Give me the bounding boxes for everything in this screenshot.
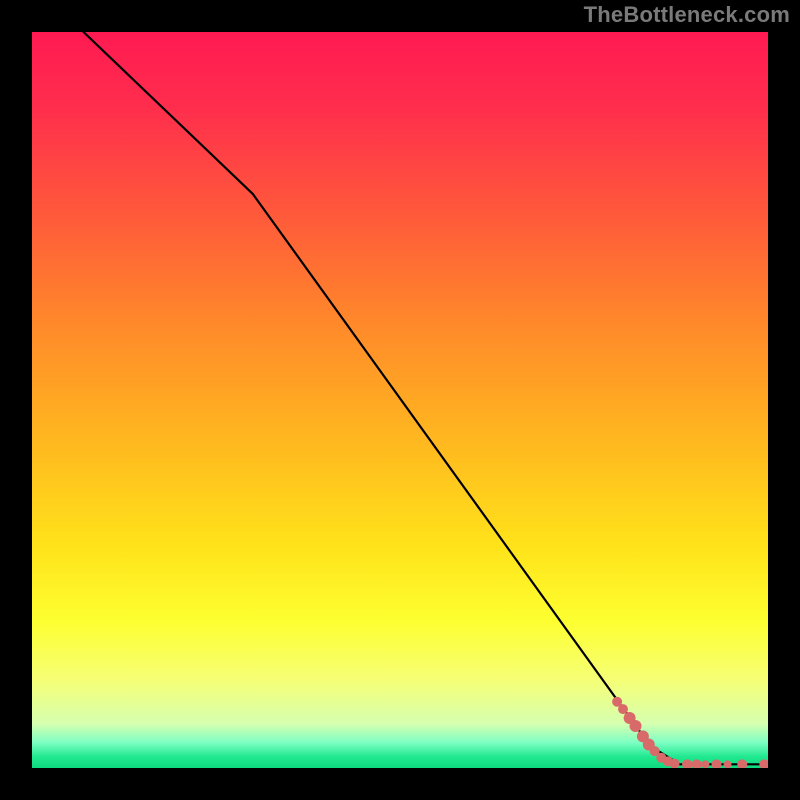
marker-point xyxy=(701,760,709,768)
marker-point xyxy=(618,704,628,714)
marker-point xyxy=(630,720,642,732)
watermark-text: TheBottleneck.com xyxy=(584,2,790,28)
plot-area xyxy=(32,32,768,768)
chart-container: TheBottleneck.com xyxy=(0,0,800,800)
chart-svg xyxy=(32,32,768,768)
marker-point xyxy=(724,760,732,768)
